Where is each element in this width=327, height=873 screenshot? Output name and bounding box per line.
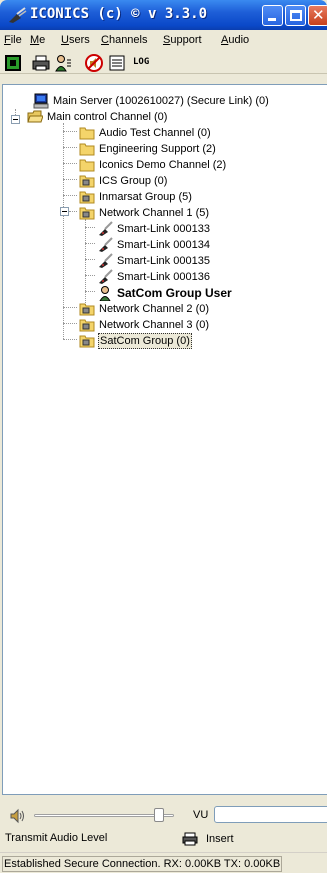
console-icon[interactable] xyxy=(4,54,22,72)
folder-icon xyxy=(79,143,95,156)
log-button[interactable]: LOG xyxy=(133,57,159,75)
vu-meter xyxy=(214,806,327,823)
secure-folder-icon xyxy=(79,335,95,348)
printer-icon[interactable] xyxy=(32,54,50,72)
menu-channels[interactable]: Channels xyxy=(101,34,148,46)
tree-connector xyxy=(85,259,95,260)
speaker-icon[interactable] xyxy=(9,808,25,824)
satellite-icon xyxy=(9,7,27,23)
menu-users-accel: U xyxy=(61,34,69,46)
tree-node-label: Audio Test Channel (0) xyxy=(99,127,211,139)
secure-folder-icon xyxy=(79,303,95,316)
collapse-toggle[interactable] xyxy=(60,207,69,216)
tree-node-label: Smart-Link 000136 xyxy=(117,271,210,283)
title-bar[interactable]: ICONICS (c) © v 3.3.0 ✕ xyxy=(0,0,327,30)
minimize-button[interactable] xyxy=(262,5,283,26)
menu-channels-label: hannels xyxy=(108,34,148,46)
maximize-icon xyxy=(290,10,302,21)
status-text: Established Secure Connection. RX: 0.00K… xyxy=(2,856,283,872)
mute-icon[interactable] xyxy=(85,54,103,72)
tree-connector xyxy=(63,339,77,340)
tree-connector xyxy=(85,243,95,244)
tree-node-label: Inmarsat Group (5) xyxy=(99,191,192,203)
channel-tree[interactable]: Main Server (1002610027) (Secure Link) (… xyxy=(2,84,327,795)
tree-connector xyxy=(63,147,77,148)
menu-file-accel: F xyxy=(4,34,11,46)
menu-me-label: e xyxy=(39,34,46,46)
tree-node-label: Smart-Link 000133 xyxy=(117,223,210,235)
menu-users-label: sers xyxy=(68,34,90,46)
folder-icon xyxy=(79,159,95,172)
close-button[interactable]: ✕ xyxy=(308,5,327,26)
transmit-audio-level-label: Transmit Audio Level xyxy=(5,832,108,844)
menu-audio[interactable]: Audio xyxy=(221,34,249,46)
menu-file-label: ile xyxy=(10,34,22,46)
tree-connector xyxy=(85,291,95,292)
menu-audio-label: udio xyxy=(228,34,250,46)
satellite-phone-icon xyxy=(99,221,113,236)
secure-folder-icon xyxy=(79,319,95,332)
user-icon xyxy=(99,286,111,301)
insert-label: Insert xyxy=(206,833,234,845)
window-title: ICONICS (c) © v 3.3.0 xyxy=(30,6,208,22)
secure-folder-icon xyxy=(79,191,95,204)
tree-node-label: Network Channel 2 (0) xyxy=(99,303,210,315)
tree-connector xyxy=(85,275,95,276)
tree-node-label: ICS Group (0) xyxy=(99,175,168,187)
secure-folder-icon xyxy=(79,207,95,220)
tree-node-label: Main control Channel (0) xyxy=(47,111,168,123)
satellite-phone-icon xyxy=(99,253,113,268)
tree-node-label: Iconics Demo Channel (2) xyxy=(99,159,227,171)
tree-node-label: SatCom Group User xyxy=(117,286,232,300)
tree-connector xyxy=(63,179,77,180)
computer-icon xyxy=(33,93,49,109)
user-properties-icon[interactable] xyxy=(54,54,72,72)
menu-me[interactable]: Me xyxy=(30,34,45,46)
tree-node-label: Smart-Link 000135 xyxy=(117,255,210,267)
satellite-phone-icon xyxy=(99,269,113,284)
menu-me-accel: M xyxy=(30,34,40,46)
tree-connector xyxy=(63,131,77,132)
menu-bar: File Me Users Channels Support Audio xyxy=(0,30,327,51)
toolbar: LOG xyxy=(0,52,327,74)
tree-connector xyxy=(63,307,77,308)
tree-connector xyxy=(63,195,77,196)
tree-node-label: SatCom Group (0) xyxy=(98,333,192,349)
tree-connector xyxy=(85,219,86,307)
menu-users[interactable]: Users xyxy=(61,34,90,46)
transmit-level-slider-thumb[interactable] xyxy=(153,808,164,822)
tree-node-label: Main Server (1002610027) (Secure Link) (… xyxy=(53,95,269,107)
tree-connector xyxy=(69,211,77,212)
folder-icon xyxy=(79,127,95,140)
maximize-button[interactable] xyxy=(285,5,306,26)
tree-node-label: Network Channel 3 (0) xyxy=(99,319,210,331)
audio-panel: VU Transmit Audio Level Insert xyxy=(0,800,327,852)
menu-channels-accel: C xyxy=(101,34,109,46)
close-icon: ✕ xyxy=(312,7,325,24)
status-bar: Established Secure Connection. RX: 0.00K… xyxy=(0,852,327,873)
minimize-icon xyxy=(268,18,276,21)
printer-icon xyxy=(182,832,198,846)
satellite-phone-icon xyxy=(99,237,113,252)
secure-folder-icon xyxy=(79,175,95,188)
tree-connector xyxy=(63,163,77,164)
open-folder-icon xyxy=(27,110,43,123)
menu-file[interactable]: File xyxy=(4,34,22,46)
tree-connector xyxy=(63,323,77,324)
tree-node-label: Smart-Link 000134 xyxy=(117,239,210,251)
tree-connector xyxy=(85,227,95,228)
tree-node-label: Network Channel 1 (5) xyxy=(99,207,210,219)
menu-support[interactable]: Support xyxy=(163,34,202,46)
vu-label: VU xyxy=(193,809,209,821)
list-icon[interactable] xyxy=(108,54,126,72)
tree-node-label: Engineering Support (2) xyxy=(99,143,216,155)
collapse-toggle[interactable] xyxy=(11,115,20,124)
menu-support-label: upport xyxy=(170,34,202,46)
